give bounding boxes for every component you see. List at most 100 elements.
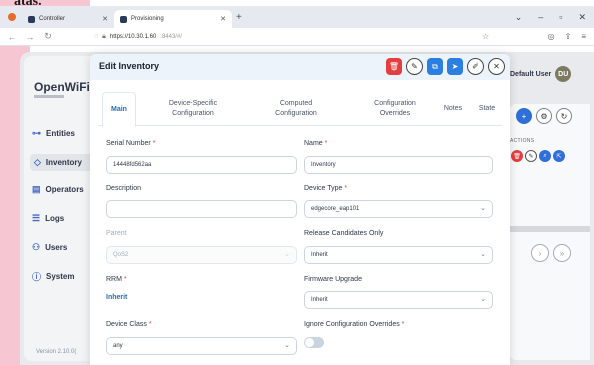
horizontal-scrollbar[interactable] <box>510 226 590 232</box>
tab-device-specific-configuration[interactable]: Device-Specific Configuration <box>158 92 228 126</box>
tab-label: Controller <box>39 16 66 22</box>
tab-state[interactable]: State <box>472 92 502 126</box>
label-text: Release Candidates Only <box>304 230 384 237</box>
shield-icon: ◌ <box>94 33 99 40</box>
browser-toolbar: ← → ↻ ◌ 🔒︎ https://10.30.1.60:8443/#/ ☆ … <box>0 28 594 46</box>
rrm-label: RRM * <box>106 276 127 283</box>
required-marker: * <box>401 321 405 328</box>
release-candidates-select[interactable]: Inherit ⌄ <box>304 246 493 264</box>
back-icon[interactable]: ← <box>6 32 18 42</box>
device-type-label: Device Type * <box>304 185 347 192</box>
next-page-icon[interactable]: › <box>531 244 549 262</box>
device-class-select[interactable]: any ⌄ <box>106 337 297 355</box>
serial-number-field[interactable]: 14448fd562aa <box>106 156 297 174</box>
label-text: RRM <box>106 276 122 283</box>
reload-icon[interactable]: ↻ <box>42 31 54 42</box>
tab-list-icon[interactable]: ⌄ <box>515 12 523 23</box>
sidebar-item-entities[interactable]: ⊶ Entities <box>32 128 75 139</box>
open-external-button[interactable]: ⧉ <box>427 58 443 75</box>
settings-icon[interactable]: ⚙ <box>536 108 552 124</box>
maximize-icon[interactable]: ▫ <box>559 12 562 22</box>
sidebar-item-logs[interactable]: ☰ Logs <box>32 213 64 224</box>
sidebar-item-label: Logs <box>45 214 65 223</box>
url-host: https://10.30.1.60 <box>109 33 157 40</box>
edit-icon[interactable]: ✎ <box>525 150 537 162</box>
last-page-icon[interactable]: » <box>553 244 571 262</box>
label-text: Parent <box>106 230 127 237</box>
inventory-icon: ◇ <box>34 157 41 167</box>
close-tab-icon[interactable]: ✕ <box>102 15 108 23</box>
modal-tabs: Main Device-Specific Configuration Compu… <box>98 92 502 127</box>
parent-label: Parent <box>106 230 127 237</box>
pagination: › » <box>531 244 571 262</box>
firmware-upgrade-select[interactable]: Inherit ⌄ <box>304 291 493 309</box>
field-value: edgecore_eap101 <box>311 206 360 212</box>
tab-label: Main <box>111 105 127 113</box>
tab-label: Device-Specific Configuration <box>168 100 218 117</box>
description-label: Description <box>106 185 141 192</box>
tab-main[interactable]: Main <box>102 92 136 127</box>
sidebar-item-operators[interactable]: ▤ Operators <box>32 184 84 195</box>
browser-tab-provisioning[interactable]: Provisioning ✕ <box>114 10 232 28</box>
tab-notes[interactable]: Notes <box>438 92 468 126</box>
system-icon: ⓘ <box>32 272 42 282</box>
sidebar-item-label: Entities <box>46 129 75 138</box>
required-marker: * <box>344 185 348 192</box>
send-button[interactable]: ➤ <box>447 58 463 75</box>
chevron-down-icon: ⌄ <box>480 205 486 212</box>
sidebar-item-label: System <box>46 272 75 281</box>
user-menu[interactable]: Default User DU <box>510 66 572 82</box>
parent-select[interactable]: QoS2 ⌄ <box>106 246 297 264</box>
export-icon[interactable]: ⇱ <box>553 150 565 162</box>
operators-icon: ▤ <box>32 184 41 194</box>
sidebar-item-label: Operators <box>45 185 84 194</box>
sidebar-item-users[interactable]: ⚇ Users <box>32 242 67 253</box>
close-tab-icon[interactable]: ✕ <box>220 15 226 23</box>
firefox-icon <box>8 13 16 21</box>
lock-icon: 🔒︎ <box>102 32 106 40</box>
minimize-icon[interactable]: – <box>538 12 543 22</box>
tab-label: Notes <box>443 105 463 112</box>
bookmark-star-icon[interactable]: ☆ <box>482 32 489 41</box>
label-text: Device Class <box>106 321 147 328</box>
add-button[interactable]: + <box>516 108 532 124</box>
close-window-icon[interactable]: ✕ <box>578 12 586 23</box>
rrm-value-link[interactable]: Inherit <box>106 294 127 301</box>
tab-label: Computed Configuration <box>275 100 317 117</box>
field-value: QoS2 <box>113 252 129 258</box>
chevron-down-icon: ⌄ <box>284 251 290 258</box>
forward-icon[interactable]: → <box>24 32 36 42</box>
edit-button[interactable]: ✎ <box>406 58 423 75</box>
device-type-select[interactable]: edgecore_eap101 ⌄ <box>304 200 493 218</box>
pocket-icon[interactable]: ◎ <box>548 32 555 41</box>
ignore-overrides-toggle[interactable] <box>304 337 324 348</box>
ignore-overrides-label: Ignore Configuration Overrides * <box>304 321 404 328</box>
tab-computed-configuration[interactable]: Computed Configuration <box>261 92 331 126</box>
search-icon[interactable]: ⌕ <box>539 150 551 162</box>
edit-mode-button[interactable]: ✐ <box>467 58 484 75</box>
entities-icon: ⊶ <box>32 128 41 138</box>
close-icon[interactable]: ✕ <box>488 58 505 75</box>
table-toolbar: + ⚙ ↻ <box>516 108 572 124</box>
users-icon: ⚇ <box>32 242 41 252</box>
menu-icon[interactable]: ≡ <box>581 32 586 41</box>
field-value: 14448fd562aa <box>113 162 152 168</box>
browser-tab-controller[interactable]: Controller ✕ <box>22 10 114 28</box>
refresh-icon[interactable]: ↻ <box>556 108 572 124</box>
delete-button[interactable]: 🗑︎ <box>386 58 402 75</box>
address-bar[interactable]: ◌ 🔒︎ https://10.30.1.60:8443/#/ <box>94 33 182 41</box>
new-tab-button[interactable]: + <box>236 12 242 23</box>
required-marker: * <box>152 140 156 147</box>
sidebar-item-system[interactable]: ⓘ System <box>32 270 74 283</box>
chevron-down-icon: ⌄ <box>480 296 486 303</box>
label-text: Firmware Upgrade <box>304 276 362 283</box>
required-marker: * <box>148 321 152 328</box>
browser-right-icons: ◎ ⇪ ≡ <box>548 32 586 41</box>
delete-icon[interactable]: 🗑︎ <box>511 150 523 162</box>
name-field[interactable]: Inventory <box>304 156 493 174</box>
label-text: Device Type <box>304 185 343 192</box>
description-field[interactable] <box>106 200 297 218</box>
extensions-icon[interactable]: ⇪ <box>565 32 572 41</box>
field-value: any <box>113 343 123 349</box>
tab-configuration-overrides[interactable]: Configuration Overrides <box>360 92 430 126</box>
